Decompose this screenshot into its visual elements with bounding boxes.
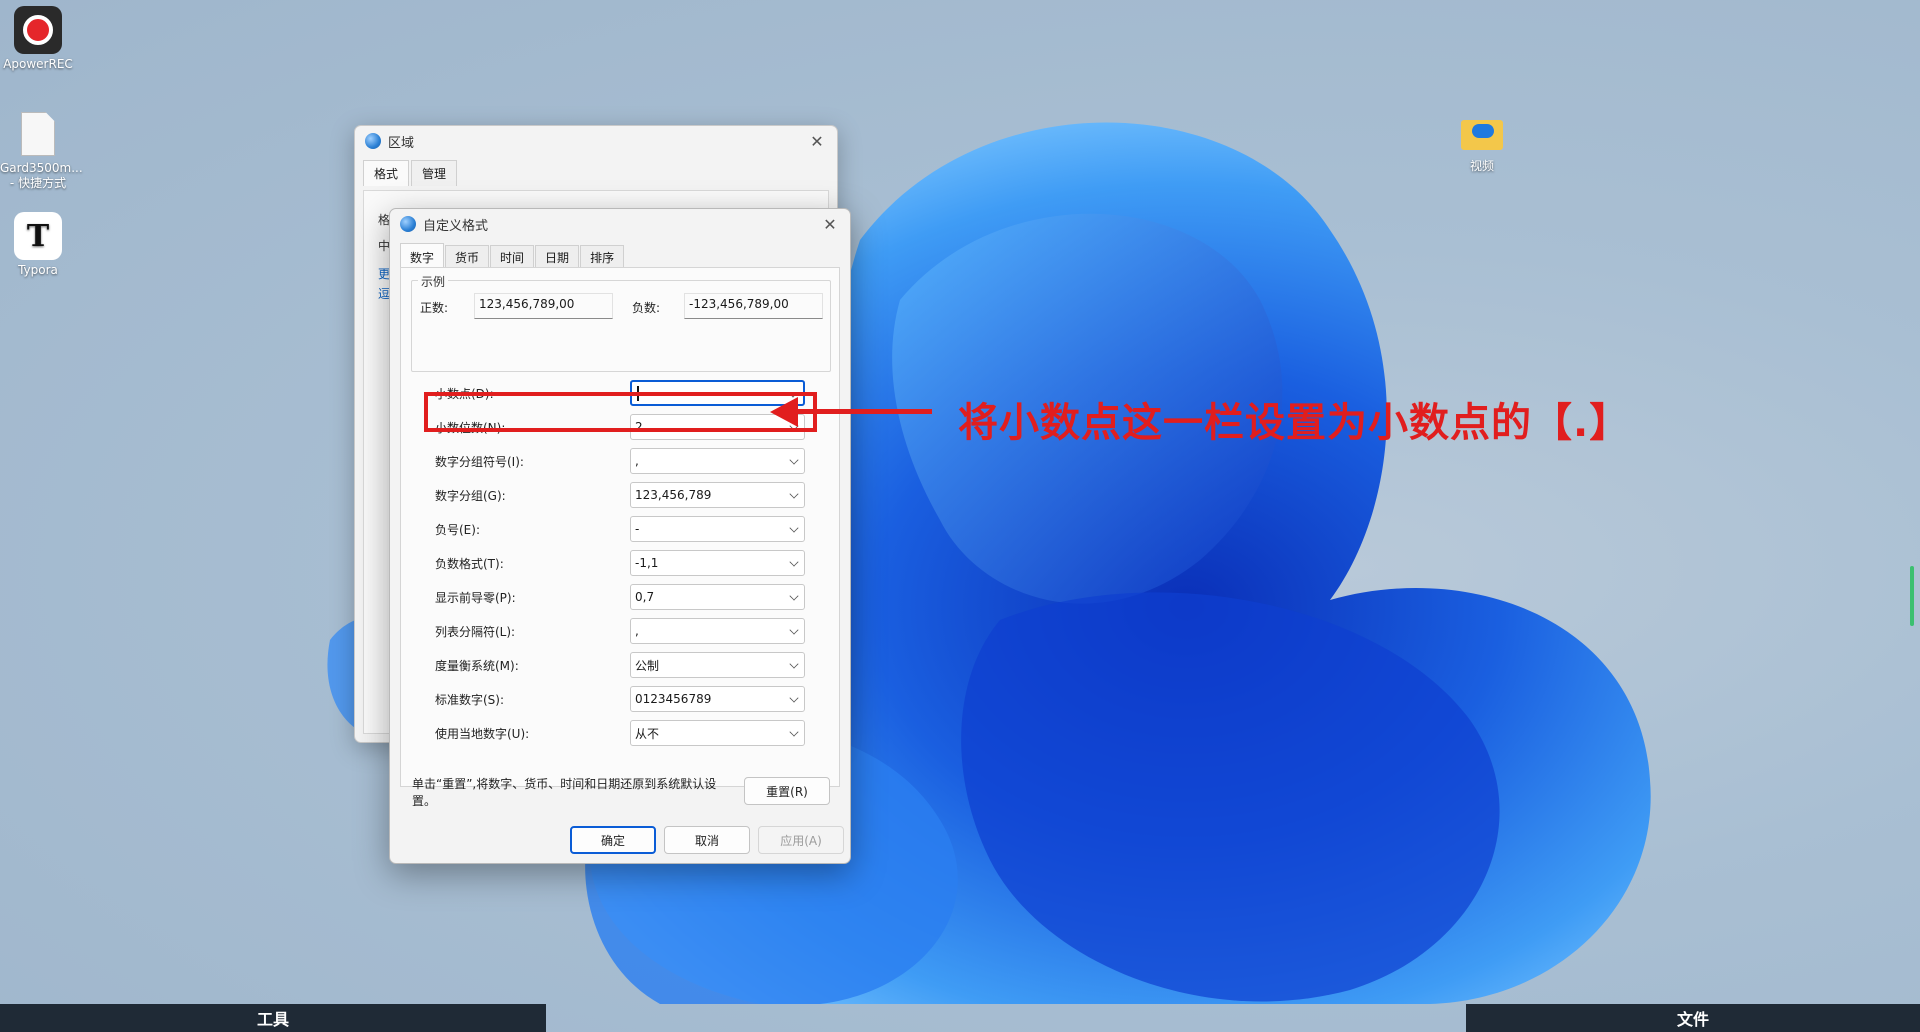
measurement-system-label: 度量衡系统(M): [435,658,519,673]
reset-button[interactable]: 重置(R) [744,777,830,805]
standard-digits-combo[interactable]: 0123456789 [630,686,805,712]
tab-format[interactable]: 格式 [363,160,410,186]
chevron-down-icon[interactable] [789,523,799,533]
typora-icon: T [14,212,62,260]
ok-button[interactable]: 确定 [570,826,656,854]
chevron-down-icon[interactable] [789,591,799,601]
region-window-titlebar[interactable]: 区域 ✕ [355,126,837,156]
cancel-button[interactable]: 取消 [664,826,750,854]
list-separator-value: , [635,624,639,638]
desktop-icon-shortcut[interactable]: Gard3500m... - 快捷方式 [0,110,83,191]
digit-grouping-value: 123,456,789 [635,488,712,502]
sample-group: 示例 正数: 123,456,789,00 负数: -123,456,789,0… [411,273,831,372]
negative-label: 负数: [632,301,661,315]
tab-number[interactable]: 数字 [400,243,445,267]
native-digits-row: 使用当地数字(U): 从不 [435,720,805,746]
desktop-icon-label: Typora [18,263,58,277]
bottom-bar-tools-label: 工具 [256,1010,289,1029]
annotation-highlight-box [424,392,817,432]
leading-zero-combo[interactable]: 0,7 [630,584,805,610]
tab-currency[interactable]: 货币 [445,245,490,267]
close-icon[interactable]: ✕ [820,214,840,234]
negative-sign-row: 负号(E): - [435,516,805,542]
annotation-text: 将小数点这一栏设置为小数点的【.】 [958,400,1631,446]
bottom-bar-files[interactable]: 文件 [1466,1004,1920,1032]
positive-label: 正数: [420,301,449,315]
chevron-down-icon[interactable] [789,625,799,635]
globe-icon [365,133,381,149]
measurement-system-row: 度量衡系统(M): 公制 [435,652,805,678]
chevron-down-icon[interactable] [789,489,799,499]
chevron-down-icon[interactable] [789,727,799,737]
file-shortcut-icon [14,110,62,158]
tab-time[interactable]: 时间 [490,245,535,267]
sample-legend: 示例 [418,273,449,290]
negative-format-label: 负数格式(T): [435,556,504,571]
list-separator-combo[interactable]: , [630,618,805,644]
negative-format-value: -1,1 [635,556,659,570]
measurement-system-combo[interactable]: 公制 [630,652,805,678]
leading-zero-row: 显示前导零(P): 0,7 [435,584,805,610]
chevron-down-icon[interactable] [789,455,799,465]
negative-sample: -123,456,789,00 [684,293,823,319]
leading-zero-label: 显示前导零(P): [435,590,516,605]
apply-button[interactable]: 应用(A) [758,826,844,854]
bottom-bar-files-label: 文件 [1676,1010,1709,1029]
desktop-icon-typora[interactable]: T Typora [0,212,76,278]
desktop-icon-video-folder[interactable]: 视频 [1444,108,1520,174]
scrollbar-indicator[interactable] [1910,566,1914,626]
negative-format-row: 负数格式(T): -1,1 [435,550,805,576]
chevron-down-icon[interactable] [789,557,799,567]
list-separator-row: 列表分隔符(L): , [435,618,805,644]
native-digits-combo[interactable]: 从不 [630,720,805,746]
custom-format-dialog[interactable]: 自定义格式 ✕ 数字 货币 时间 日期 排序 示例 正数: 123,456,78… [389,208,851,864]
apowerrec-icon [14,6,62,54]
close-icon[interactable]: ✕ [807,131,827,151]
negative-sign-value: - [635,522,640,536]
leading-zero-value: 0,7 [635,590,655,604]
chevron-down-icon[interactable] [789,659,799,669]
desktop-icon-label: ApowerREC [3,57,73,71]
digit-grouping-symbol-combo[interactable]: , [630,448,805,474]
measurement-system-value: 公制 [635,658,660,673]
digit-grouping-label: 数字分组(G): [435,488,506,503]
dialog-titlebar[interactable]: 自定义格式 ✕ [390,209,850,239]
globe-icon [400,216,416,232]
negative-sign-combo[interactable]: - [630,516,805,542]
desktop-icon-apowerrec[interactable]: ApowerREC [0,6,76,72]
folder-icon [1458,108,1506,156]
desktop-icon-label: 视频 [1469,159,1494,173]
tab-manage[interactable]: 管理 [411,160,458,186]
digit-grouping-symbol-value: , [635,454,639,468]
native-digits-label: 使用当地数字(U): [435,726,530,741]
wallpaper-bloom [327,122,1651,1004]
region-tabs: 格式 管理 [355,160,837,186]
digit-grouping-combo[interactable]: 123,456,789 [630,482,805,508]
chevron-down-icon[interactable] [789,693,799,703]
tab-date[interactable]: 日期 [535,245,580,267]
list-separator-label: 列表分隔符(L): [435,624,516,639]
number-panel: 示例 正数: 123,456,789,00 负数: -123,456,789,0… [400,267,840,787]
positive-sample: 123,456,789,00 [474,293,613,319]
standard-digits-value: 0123456789 [635,692,712,706]
tab-sort[interactable]: 排序 [580,245,625,267]
negative-format-combo[interactable]: -1,1 [630,550,805,576]
native-digits-value: 从不 [635,726,660,741]
dialog-title: 自定义格式 [423,218,489,234]
digit-grouping-symbol-label: 数字分组符号(I): [435,454,524,469]
bottom-bar-tools[interactable]: 工具 [0,1004,546,1032]
window-title: 区域 [388,135,415,151]
desktop-icon-label: Gard3500m... - 快捷方式 [0,161,83,190]
standard-digits-row: 标准数字(S): 0123456789 [435,686,805,712]
standard-digits-label: 标准数字(S): [435,692,505,707]
dialog-tabs: 数字 货币 时间 日期 排序 [390,243,850,267]
digit-grouping-symbol-row: 数字分组符号(I): , [435,448,805,474]
digit-grouping-row: 数字分组(G): 123,456,789 [435,482,805,508]
reset-note: 单击“重置”,将数字、货币、时间和日期还原到系统默认设置。 [412,777,717,808]
negative-sign-label: 负号(E): [435,522,480,537]
annotation-arrow-line [790,409,932,414]
